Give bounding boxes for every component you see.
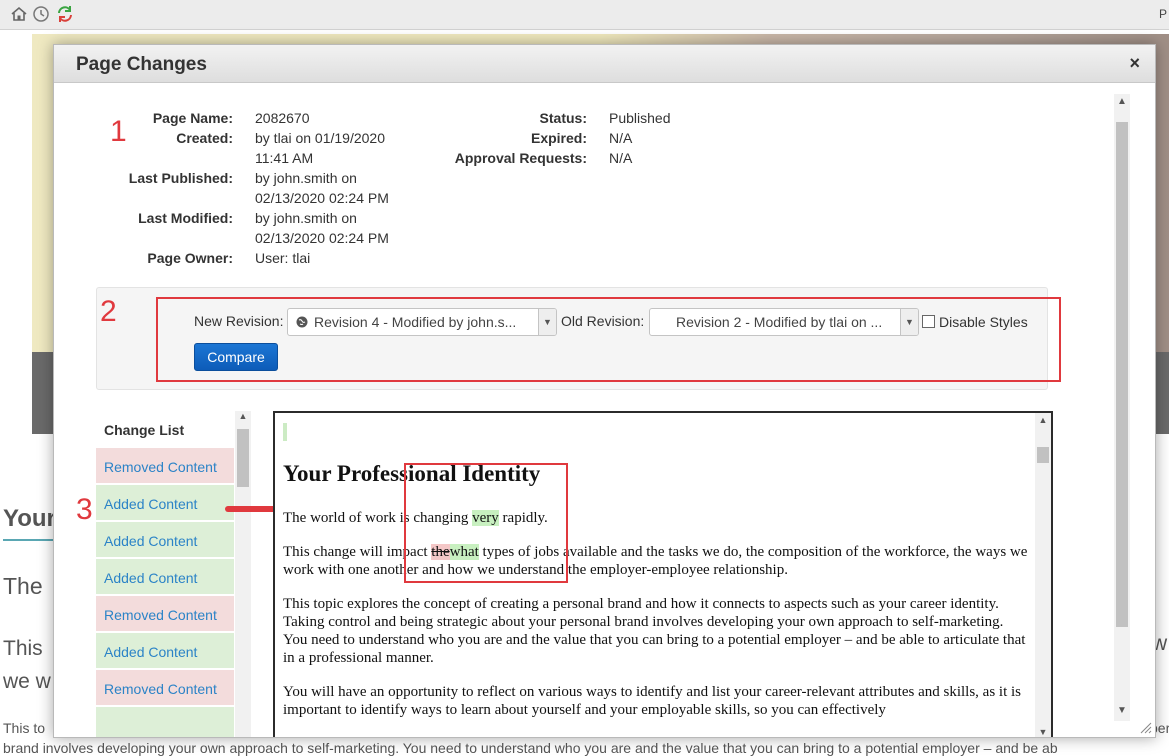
chevron-up-icon[interactable]: ▲	[1035, 415, 1051, 425]
diff-paragraph-2: This change will impact thewhat types of…	[283, 543, 1028, 579]
status-label: Status:	[539, 110, 587, 126]
change-list-item-added[interactable]: Added Content	[96, 559, 234, 595]
background-subheading: The	[3, 573, 43, 599]
background-small-text: brand involves developing your own appro…	[3, 740, 1058, 756]
change-list-item-added[interactable]: Added Content	[96, 485, 234, 521]
approval-requests-value: N/A	[609, 150, 633, 166]
created-label: Created:	[176, 130, 233, 146]
created-value: by tlai on 01/19/2020	[255, 130, 385, 146]
dialog-header: Page Changes ×	[54, 45, 1155, 83]
diff-added-marker	[283, 423, 287, 441]
page-name-label: Page Name:	[152, 110, 233, 126]
last-modified-label: Last Modified:	[138, 210, 233, 226]
change-list-item-partial[interactable]	[96, 707, 234, 737]
page-owner-label: Page Owner:	[147, 250, 233, 266]
annotation-number-1: 1	[110, 115, 127, 148]
diff-paragraph-3: This topic explores the concept of creat…	[283, 596, 1026, 666]
change-list-item-removed[interactable]: Removed Content	[96, 670, 234, 706]
change-list-item-added[interactable]: Added Content	[96, 633, 234, 669]
dialog-title: Page Changes	[76, 54, 207, 75]
background-paragraph-line: This	[3, 637, 43, 660]
scrollbar-thumb[interactable]	[1116, 122, 1128, 627]
annotation-number-3: 3	[76, 493, 93, 526]
change-list-item-added[interactable]: Added Content	[96, 522, 234, 558]
toolbar-right-text: P	[1158, 7, 1167, 21]
expired-label: Expired:	[530, 130, 587, 146]
created-value-time: 11:41 AM	[255, 150, 314, 166]
close-icon[interactable]: ×	[1129, 53, 1140, 74]
change-list-scrollbar[interactable]: ▲	[235, 411, 251, 737]
status-value: Published	[609, 110, 671, 126]
diff-paragraph-1: The world of work is changing very rapid…	[283, 509, 1028, 527]
change-list-header: Change List	[96, 411, 234, 448]
home-icon[interactable]	[10, 5, 28, 23]
last-modified-date: 02/13/2020 02:24 PM	[255, 230, 389, 246]
annotation-box-revisions	[156, 297, 1061, 382]
background-paragraph-line: we w	[3, 670, 51, 693]
chevron-down-icon[interactable]: ▼	[1114, 705, 1130, 719]
annotation-box-diff	[404, 463, 568, 583]
scrollbar-thumb[interactable]	[1037, 447, 1049, 463]
last-published-date: 02/13/2020 02:24 PM	[255, 190, 389, 206]
dialog-scrollbar[interactable]: ▲ ▼	[1114, 94, 1130, 721]
change-list-item-removed[interactable]: Removed Content	[96, 596, 234, 632]
scrollbar-thumb[interactable]	[237, 429, 249, 487]
approval-requests-label: Approval Requests:	[454, 150, 587, 166]
background-small-text: This to	[3, 720, 46, 736]
refresh-icon[interactable]	[56, 5, 74, 23]
chevron-down-icon[interactable]: ▼	[1035, 727, 1051, 737]
diff-preview-pane: Your Professional Identity The world of …	[273, 411, 1053, 737]
background-heading: Your	[3, 505, 56, 532]
last-published-label: Last Published:	[128, 170, 233, 186]
last-published-value: by john.smith on	[255, 170, 357, 186]
page-name-value: 2082670	[255, 110, 310, 126]
expired-value: N/A	[609, 130, 633, 146]
chevron-up-icon[interactable]: ▲	[235, 411, 251, 421]
page-owner-value: User: tlai	[255, 250, 311, 266]
diff-scrollbar[interactable]: ▲ ▼	[1035, 413, 1051, 737]
change-list: Change List Removed Content Added Conten…	[96, 411, 251, 737]
clock-icon[interactable]	[32, 5, 50, 23]
browser-toolbar: P	[0, 0, 1169, 30]
annotation-number-2: 2	[100, 295, 117, 328]
background-paragraph: This we w	[3, 632, 51, 698]
last-modified-value: by john.smith on	[255, 210, 357, 226]
diff-paragraph-4: You will have an opportunity to reflect …	[283, 684, 1022, 718]
page-changes-dialog: Page Changes × Page Name: 2082670 Create…	[53, 44, 1156, 738]
resize-grip-icon[interactable]	[1140, 722, 1152, 734]
chevron-up-icon[interactable]: ▲	[1114, 96, 1130, 110]
change-list-item-removed[interactable]: Removed Content	[96, 448, 234, 484]
